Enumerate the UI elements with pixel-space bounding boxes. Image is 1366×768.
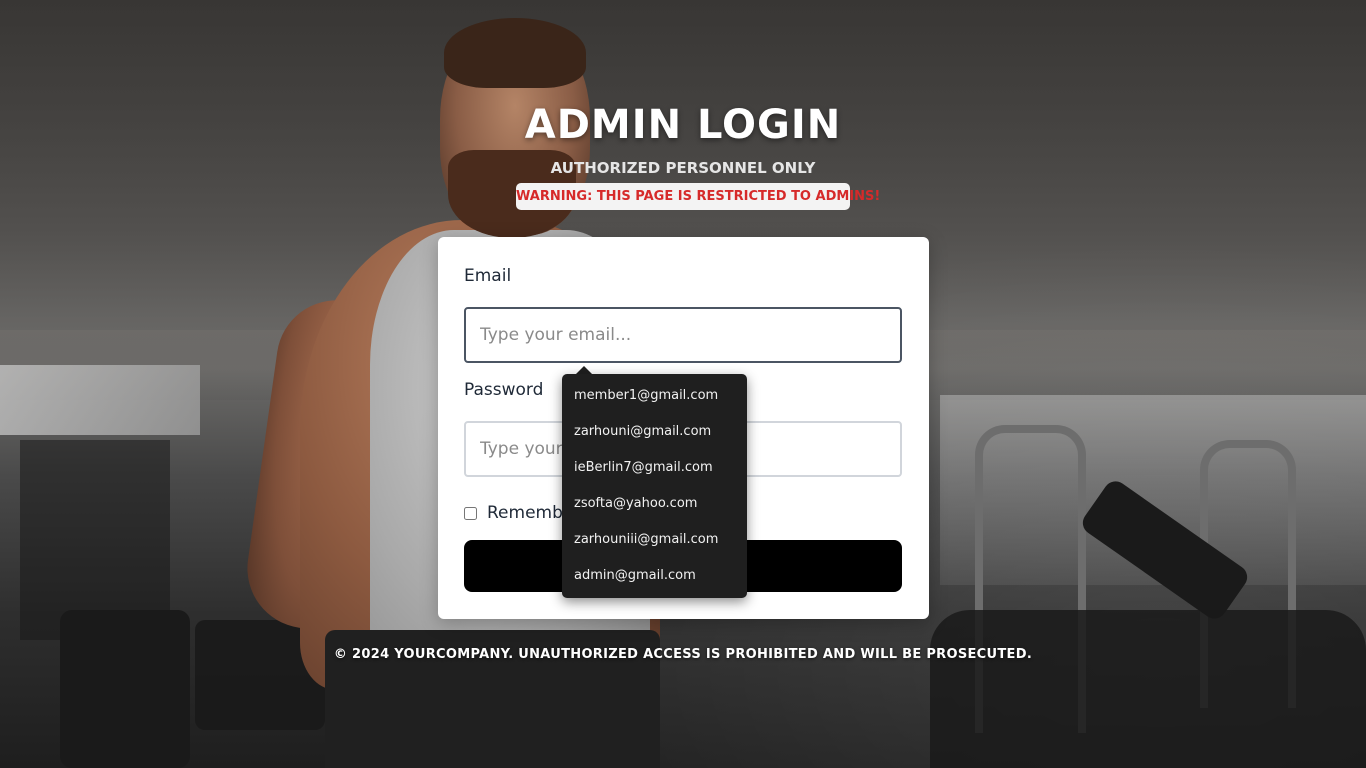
bg-poster [0,365,200,435]
remember-me-checkbox[interactable] [464,506,477,520]
autocomplete-item[interactable]: zarhouniii@gmail.com [562,522,747,558]
email-autocomplete-dropdown: member1@gmail.com zarhouni@gmail.com ieB… [562,374,747,598]
bg-seat-left [60,610,190,768]
autocomplete-item[interactable]: zsofta@yahoo.com [562,486,747,522]
autocomplete-item[interactable]: ieBerlin7@gmail.com [562,450,747,486]
bg-person-hair [444,18,586,88]
autocomplete-item[interactable]: member1@gmail.com [562,378,747,414]
warning-badge: WARNING: THIS PAGE IS RESTRICTED TO ADMI… [516,183,880,210]
bg-machine [930,610,1366,768]
autocomplete-item[interactable]: zarhouni@gmail.com [562,414,747,450]
page-title: ADMIN LOGIN [524,102,842,148]
footer-notice: © 2024 YOURCOMPANY. UNAUTHORIZED ACCESS … [333,647,1033,662]
autocomplete-item[interactable]: admin@gmail.com [562,558,747,594]
page-subtitle: AUTHORIZED PERSONNEL ONLY [550,159,816,177]
email-field[interactable] [464,307,902,363]
email-label: Email [464,266,512,286]
password-label: Password [464,380,544,400]
